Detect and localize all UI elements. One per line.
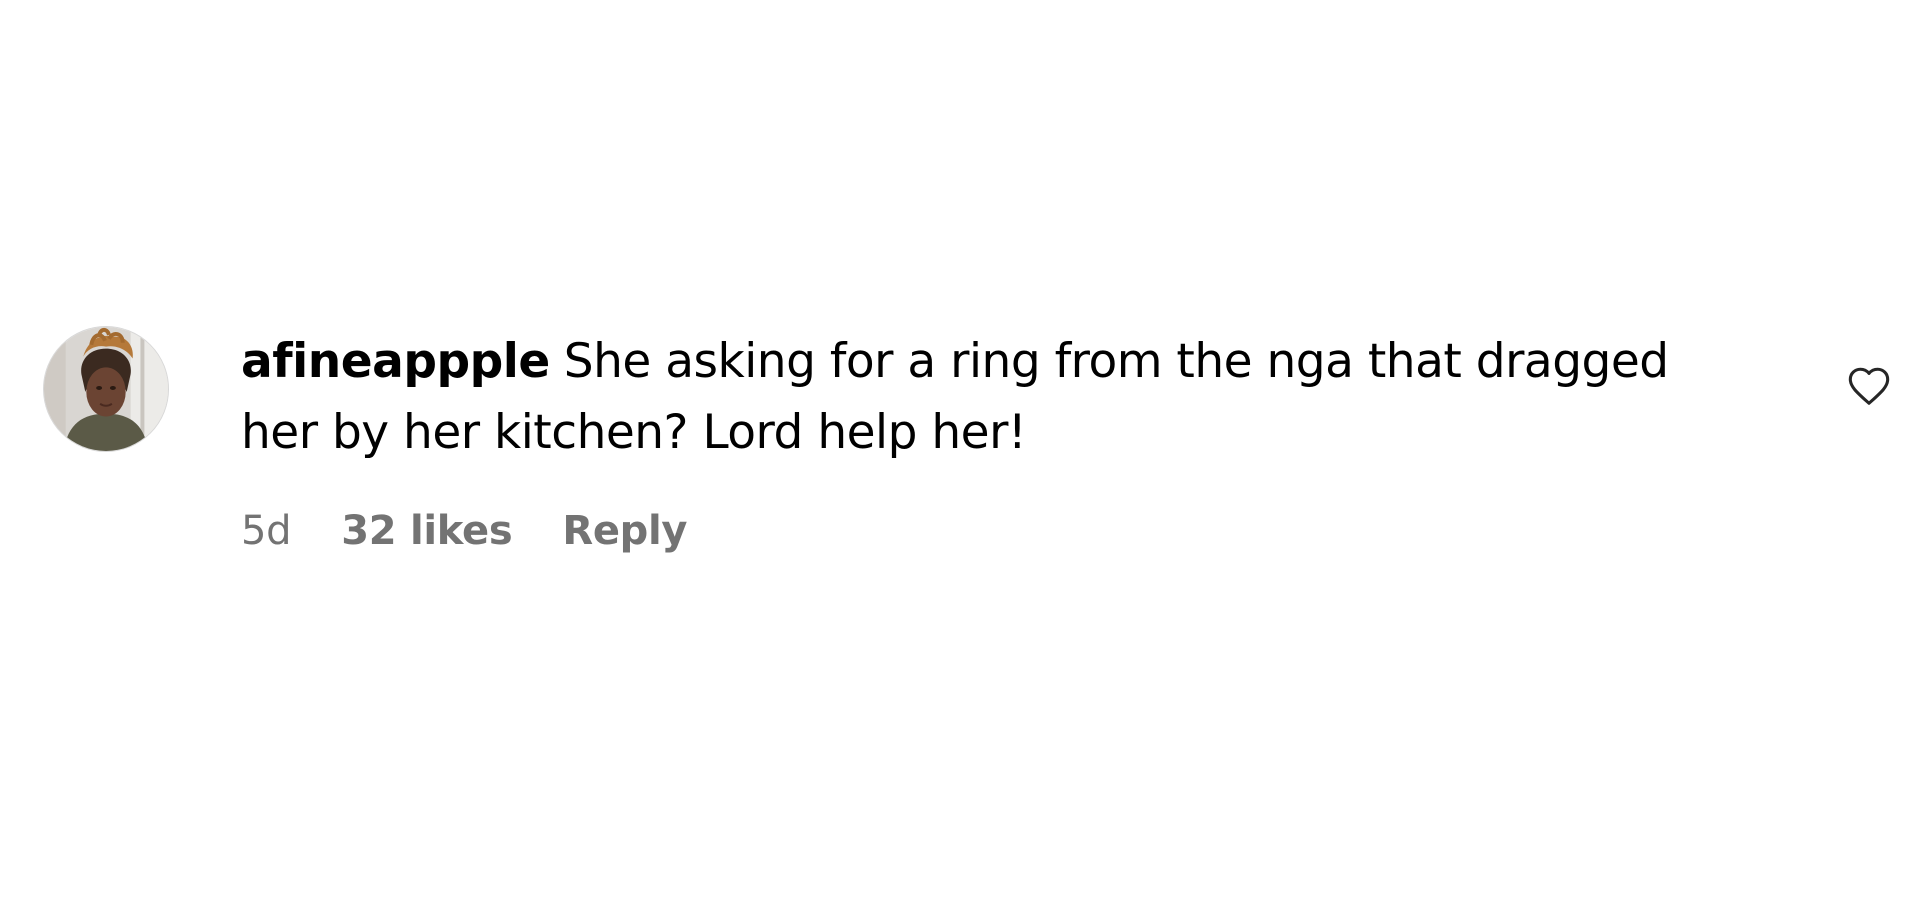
comment-body: afineappple She asking for a ring from th… <box>241 326 1741 468</box>
comment-timestamp[interactable]: 5d <box>241 503 292 559</box>
heart-outline-icon <box>1848 367 1890 405</box>
comment-likes-count[interactable]: 32 likes <box>341 503 512 559</box>
comment-meta: 5d 32 likes Reply <box>241 503 687 559</box>
comment: afineappple She asking for a ring from th… <box>0 0 1920 900</box>
like-button[interactable] <box>1846 364 1892 410</box>
avatar-image <box>44 327 168 451</box>
comment-username[interactable]: afineappple <box>241 334 550 389</box>
reply-button[interactable]: Reply <box>562 503 687 559</box>
avatar[interactable] <box>43 326 169 452</box>
